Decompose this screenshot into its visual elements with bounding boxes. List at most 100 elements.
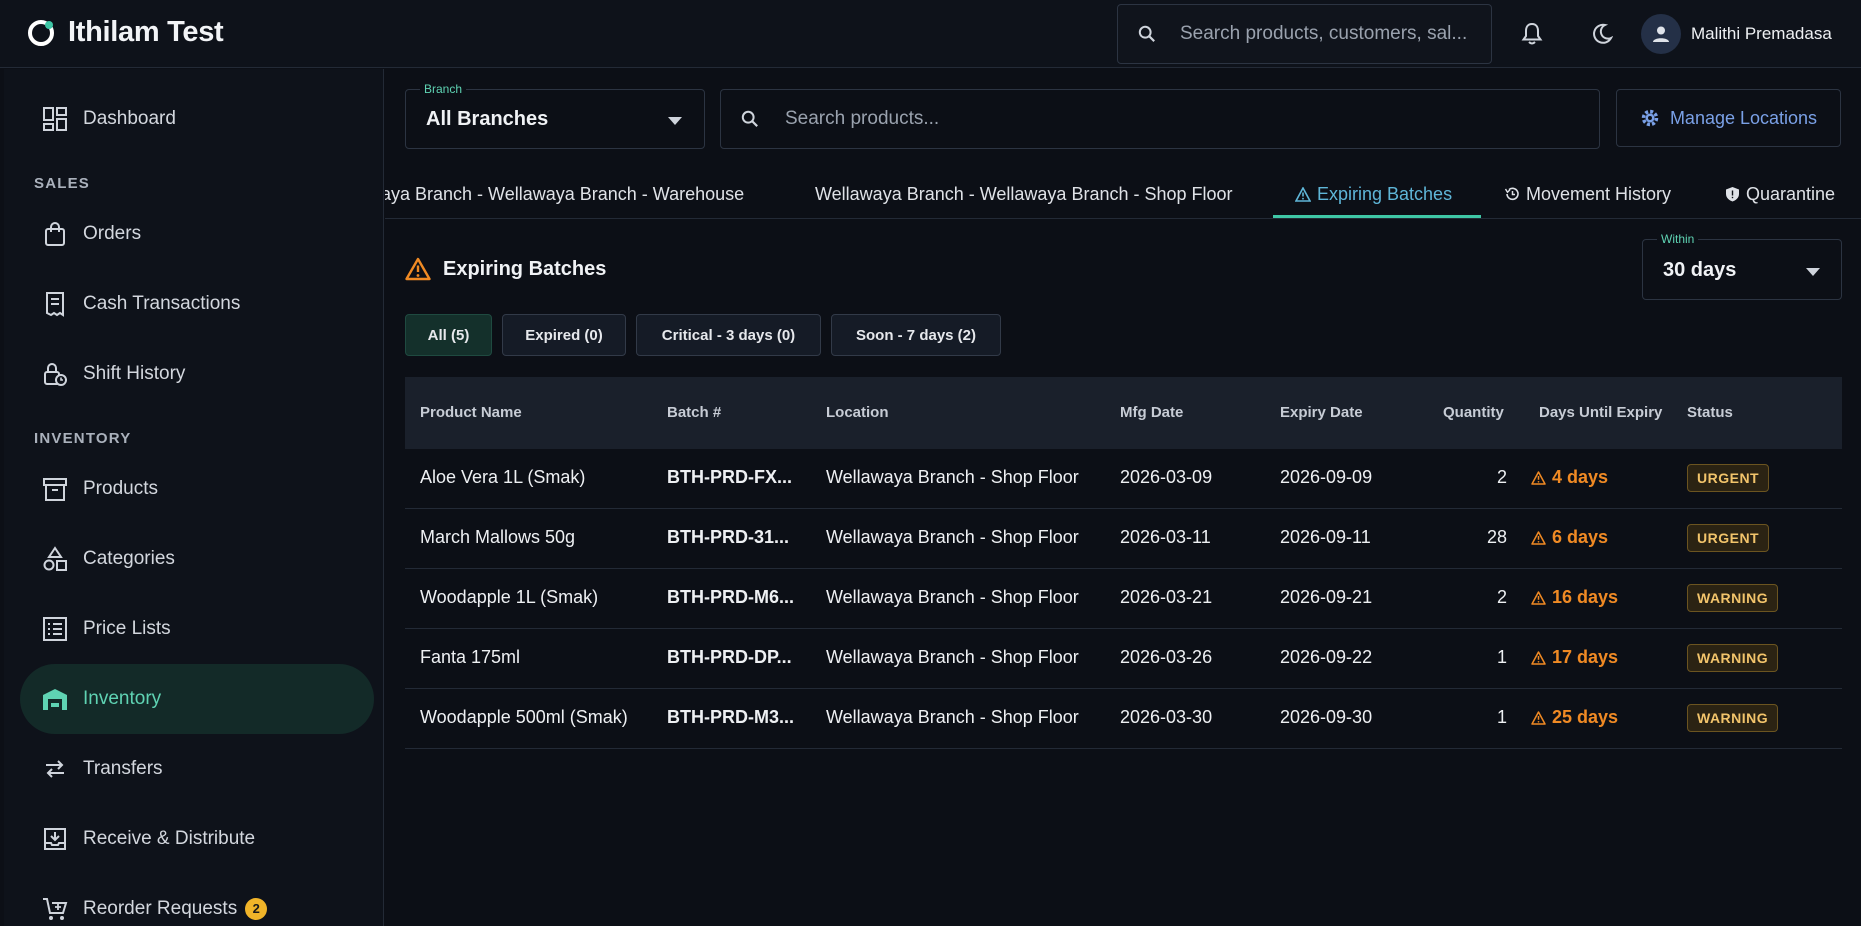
sidebar-item-label: Categories bbox=[83, 548, 175, 569]
expiry-date-cell: 2026-09-11 bbox=[1280, 527, 1371, 547]
within-select-label: Within bbox=[1657, 232, 1699, 246]
sidebar-item-label: Cash Transactions bbox=[83, 293, 241, 314]
status-badge: WARNING bbox=[1687, 704, 1779, 732]
filter-expired[interactable]: Expired (0) bbox=[502, 314, 626, 356]
notifications-button[interactable] bbox=[1514, 16, 1550, 52]
warning-icon bbox=[1531, 650, 1546, 665]
filter-all[interactable]: All (5) bbox=[405, 314, 492, 356]
sidebar-item-shift-history[interactable]: Shift History bbox=[20, 339, 374, 409]
within-select-value: 30 days bbox=[1663, 259, 1737, 281]
brand[interactable]: Ithilam Test bbox=[26, 16, 224, 49]
warehouse-icon bbox=[43, 689, 67, 710]
sidebar-item-products[interactable]: Products bbox=[20, 454, 374, 524]
user-menu[interactable]: Malithi Premadasa bbox=[1641, 14, 1832, 54]
tab-label: Quarantine bbox=[1746, 183, 1836, 204]
table-row[interactable]: Woodapple 1L (Smak) BTH-PRD-M6... Wellaw… bbox=[405, 569, 1842, 629]
lock-clock-icon bbox=[44, 363, 67, 386]
sidebar-item-orders[interactable]: Orders bbox=[20, 199, 374, 269]
receipt-icon bbox=[46, 292, 64, 317]
archive-icon bbox=[43, 478, 67, 501]
column-header[interactable]: Quantity bbox=[1443, 404, 1504, 421]
global-search-input[interactable] bbox=[1180, 23, 1480, 45]
within-select[interactable]: Within 30 days bbox=[1642, 232, 1842, 300]
warning-icon bbox=[1531, 530, 1546, 545]
table-row[interactable]: Aloe Vera 1L (Smak) BTH-PRD-FX... Wellaw… bbox=[405, 449, 1842, 509]
column-header[interactable]: Batch # bbox=[667, 404, 721, 421]
moon-icon bbox=[1593, 23, 1613, 44]
sidebar-item-label: Orders bbox=[83, 223, 142, 244]
column-header[interactable]: Expiry Date bbox=[1280, 404, 1363, 421]
tab-quarantine[interactable]: Quarantine bbox=[1725, 169, 1835, 219]
global-search[interactable] bbox=[1117, 4, 1492, 64]
sidebar-item-label: Dashboard bbox=[83, 108, 176, 129]
days-until-expiry-cell: 16 days bbox=[1531, 587, 1618, 608]
status-badge: URGENT bbox=[1687, 524, 1770, 552]
manage-locations-button[interactable]: Manage Locations bbox=[1616, 89, 1841, 147]
avatar bbox=[1641, 14, 1681, 54]
product-search-input[interactable] bbox=[785, 108, 1565, 130]
search-icon bbox=[1138, 25, 1155, 42]
sidebar-item-price-lists[interactable]: Price Lists bbox=[20, 594, 374, 664]
sidebar-item-label: Receive & Distribute bbox=[83, 828, 256, 849]
sidebar: Dashboard SALES Orders Cash Transactions… bbox=[4, 69, 384, 926]
sidebar-item-transfers[interactable]: Transfers bbox=[20, 734, 374, 804]
table-row[interactable]: March Mallows 50g BTH-PRD-31... Wellaway… bbox=[405, 509, 1842, 569]
location-cell: Wellawaya Branch - Shop Floor bbox=[826, 707, 1079, 727]
section-heading-inventory: INVENTORY bbox=[34, 430, 132, 447]
sidebar-item-cash-transactions[interactable]: Cash Transactions bbox=[20, 269, 374, 339]
location-cell: Wellawaya Branch - Shop Floor bbox=[826, 467, 1079, 487]
tab-warehouse[interactable]: aya Branch - Wellawaya Branch - Warehous… bbox=[385, 169, 744, 219]
days-until-expiry-cell: 17 days bbox=[1531, 647, 1618, 668]
days-value: 16 days bbox=[1552, 587, 1619, 607]
status-badge: URGENT bbox=[1687, 464, 1770, 492]
quantity-cell: 2 bbox=[1496, 467, 1507, 487]
column-header[interactable]: Location bbox=[826, 404, 889, 421]
days-until-expiry-cell: 4 days bbox=[1531, 467, 1608, 488]
mfg-date-cell: 2026-03-11 bbox=[1120, 527, 1211, 547]
branch-select-label: Branch bbox=[420, 82, 467, 96]
expiring-batches-table: Product Name Batch # Location Mfg Date E… bbox=[405, 377, 1842, 749]
filter-soon[interactable]: Soon - 7 days (2) bbox=[831, 314, 1001, 356]
sidebar-item-reorder-requests[interactable]: Reorder Requests 2 bbox=[20, 874, 374, 926]
mfg-date-cell: 2026-03-26 bbox=[1120, 647, 1213, 667]
section-heading-sales: SALES bbox=[34, 175, 91, 192]
filter-critical[interactable]: Critical - 3 days (0) bbox=[636, 314, 821, 356]
list-icon bbox=[43, 617, 67, 641]
sidebar-item-dashboard[interactable]: Dashboard bbox=[20, 84, 374, 154]
quantity-cell: 28 bbox=[1486, 527, 1507, 547]
table-row[interactable]: Woodapple 500ml (Smak) BTH-PRD-M3... Wel… bbox=[405, 689, 1842, 749]
quantity-cell: 2 bbox=[1496, 587, 1507, 607]
tab-label: Wellawaya Branch - Wellawaya Branch - Sh… bbox=[815, 183, 1233, 204]
product-search[interactable] bbox=[720, 89, 1600, 149]
active-tab-indicator bbox=[1273, 215, 1481, 218]
column-header[interactable]: Mfg Date bbox=[1120, 404, 1183, 421]
dashboard-icon bbox=[43, 107, 67, 131]
branch-select[interactable]: Branch All Branches bbox=[405, 82, 705, 149]
column-header[interactable]: Days Until Expiry bbox=[1539, 404, 1662, 421]
product-name-cell: March Mallows 50g bbox=[420, 527, 576, 547]
inbox-download-icon bbox=[44, 828, 66, 850]
sidebar-item-inventory[interactable]: Inventory bbox=[20, 664, 374, 734]
app-title: Ithilam Test bbox=[68, 16, 224, 48]
tab-bar: aya Branch - Wellawaya Branch - Warehous… bbox=[385, 169, 1861, 219]
theme-toggle-button[interactable] bbox=[1584, 16, 1620, 52]
sidebar-item-receive-distribute[interactable]: Receive & Distribute bbox=[20, 804, 374, 874]
tab-movement-history[interactable]: Movement History bbox=[1504, 169, 1671, 219]
shapes-icon bbox=[43, 546, 67, 571]
product-name-cell: Aloe Vera 1L (Smak) bbox=[420, 467, 586, 487]
column-header[interactable]: Product Name bbox=[420, 404, 522, 421]
expiry-date-cell: 2026-09-21 bbox=[1280, 587, 1373, 607]
days-until-expiry-cell: 25 days bbox=[1531, 707, 1618, 728]
warning-icon bbox=[1295, 186, 1311, 202]
shopping-bag-icon bbox=[45, 222, 65, 246]
branch-select-value: All Branches bbox=[426, 108, 549, 130]
status-badge: WARNING bbox=[1687, 584, 1779, 612]
tab-shop-floor[interactable]: Wellawaya Branch - Wellawaya Branch - Sh… bbox=[815, 169, 1233, 219]
product-name-cell: Woodapple 1L (Smak) bbox=[420, 587, 599, 607]
column-header[interactable]: Status bbox=[1687, 404, 1733, 421]
table-row[interactable]: Fanta 175ml BTH-PRD-DP... Wellawaya Bran… bbox=[405, 629, 1842, 689]
user-name: Malithi Premadasa bbox=[1691, 24, 1832, 43]
main-content: Branch All Branches Manage Locations aya… bbox=[385, 69, 1861, 926]
sidebar-item-categories[interactable]: Categories bbox=[20, 524, 374, 594]
tab-expiring-batches[interactable]: Expiring Batches bbox=[1295, 169, 1452, 219]
